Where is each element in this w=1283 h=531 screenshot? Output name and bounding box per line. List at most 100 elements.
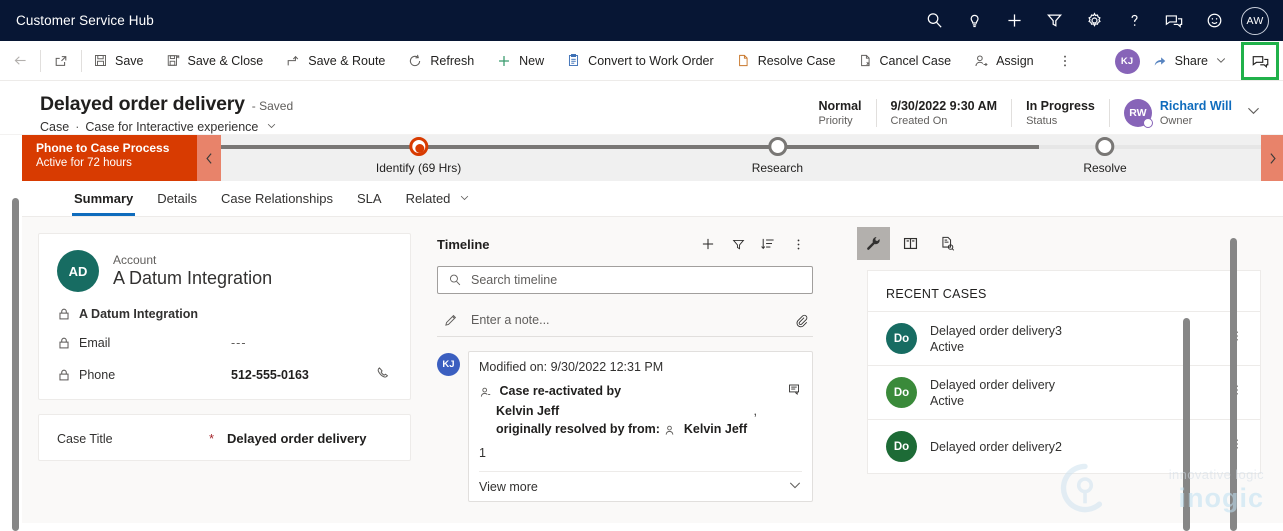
list-item[interactable]: Do Delayed order delivery2 [868,420,1260,473]
list-item[interactable]: Do Delayed order delivery Active [868,366,1260,420]
gear-icon[interactable] [1075,2,1113,40]
page-icon [736,53,751,68]
view-more-label: View more [479,479,538,494]
app-header-icons: AW [915,2,1273,40]
lock-icon [57,368,71,382]
timeline-entry-next-partial[interactable]: KJ [437,514,813,531]
record-header: Delayed order delivery - Saved Case · Ca… [0,81,1283,135]
plus-icon[interactable] [995,2,1033,40]
breadcrumb-separator: · [75,120,80,134]
recent-cases-scrollbar[interactable] [1183,318,1190,531]
resolve-case-button[interactable]: Resolve Case [725,41,847,81]
business-process-flow: Phone to Case Process Active for 72 hour… [22,135,1283,181]
tab-sla[interactable]: SLA [345,183,394,215]
bpf-progress-line [221,145,1039,149]
save-and-route-label: Save & Route [308,53,386,68]
header-field-status[interactable]: In Progress Status [1012,99,1110,127]
open-new-window-icon[interactable] [41,41,81,81]
collaborator-avatar[interactable]: KJ [1114,48,1140,74]
header-expand-chevron-icon[interactable] [1246,103,1261,123]
form-scrollbar-left[interactable] [12,198,19,531]
feedback-icon[interactable] [1155,2,1193,40]
new-button[interactable]: New [485,41,555,81]
tab-summary[interactable]: Summary [62,183,145,216]
case-title-label: Case Title [57,431,113,446]
case-title-value[interactable]: Delayed order delivery [227,431,366,446]
assign-button[interactable]: Assign [962,41,1045,81]
enter-note-input[interactable]: Enter a note... [437,304,813,337]
plus-icon [496,53,512,69]
refresh-button[interactable]: Refresh [396,41,485,81]
save-and-close-button[interactable]: Save & Close [155,41,275,81]
paperclip-icon[interactable] [794,313,809,328]
search-icon[interactable] [915,2,953,40]
more-icon[interactable] [1224,437,1250,456]
phone-icon[interactable] [375,365,392,385]
owner-label: Owner [1159,115,1193,127]
search-timeline-input[interactable]: Search timeline [437,266,813,294]
form-name[interactable]: Case for Interactive experience [85,120,258,134]
sort-icon[interactable] [753,231,783,257]
phone-label: Phone [79,368,116,382]
case-title-field: Case Title * Delayed order delivery [38,414,411,461]
bpf-stage-marker [767,137,787,156]
bpf-active-for: Active for 72 hours [36,157,132,169]
chevron-down-icon[interactable] [788,478,802,495]
case-text: Delayed order delivery Active [930,378,1224,408]
search-icon [448,273,462,287]
note-record-icon[interactable] [781,382,802,462]
more-icon[interactable] [1224,329,1250,348]
share-button[interactable]: Share [1140,53,1235,69]
feedback-icon-highlighted[interactable] [1241,42,1279,80]
lock-icon [57,307,71,321]
bpf-next-stage-icon[interactable] [1261,135,1283,181]
tab-related[interactable]: Related [394,183,482,215]
header-field-priority[interactable]: Normal Priority [804,99,877,127]
timeline-entry-modified-on: Modified on: 9/30/2022 12:31 PM [479,360,664,374]
chevron-down-icon[interactable] [1215,54,1227,69]
chevron-down-icon[interactable] [459,191,470,206]
bpf-previous-stage-icon[interactable] [197,135,221,181]
plus-icon[interactable] [693,231,723,257]
filter-icon[interactable] [723,231,753,257]
owner-name[interactable]: Richard Will [1160,99,1232,113]
bpf-name-block[interactable]: Phone to Case Process Active for 72 hour… [22,135,197,181]
timeline-line-2: Kelvin Jeff [496,404,560,418]
back-arrow-icon[interactable] [0,41,40,81]
resolve-case-label: Resolve Case [757,53,836,68]
bpf-stage-research[interactable]: Research [752,135,803,175]
smiley-icon[interactable] [1195,2,1233,40]
knowledge-book-icon[interactable] [894,227,927,260]
header-field-owner[interactable]: RW Richard Will Owner [1110,99,1232,128]
cancel-case-button[interactable]: Cancel Case [847,41,963,81]
cancel-case-label: Cancel Case [879,53,952,68]
more-icon[interactable] [783,231,813,257]
account-name[interactable]: A Datum Integration [113,268,272,289]
owner-avatar: RW [1123,99,1153,128]
filter-icon[interactable] [1035,2,1073,40]
tab-details[interactable]: Details [145,183,209,215]
refresh-label: Refresh [430,53,475,68]
share-icon [1152,53,1168,69]
header-field-created-on[interactable]: 9/30/2022 9:30 AM Created On [877,99,1013,127]
more-commands-icon[interactable] [1045,41,1085,81]
chevron-down-icon[interactable] [266,120,277,134]
similar-records-icon[interactable] [931,227,964,260]
case-text: Delayed order delivery3 Active [930,324,1224,354]
account-card: AD Account A Datum Integration A Datum I… [38,233,411,400]
bpf-stage-resolve[interactable]: Resolve [1083,135,1127,175]
convert-to-work-order-button[interactable]: Convert to Work Order [555,41,725,81]
right-panel-scrollbar[interactable] [1230,238,1237,531]
list-item[interactable]: Do Delayed order delivery3 Active [868,312,1260,366]
lightbulb-icon[interactable] [955,2,993,40]
more-icon[interactable] [1224,383,1250,402]
bpf-stage-identify[interactable]: Identify (69 Hrs) [376,135,461,175]
wrench-icon[interactable] [857,227,890,260]
help-icon[interactable] [1115,2,1153,40]
save-button[interactable]: Save [82,41,155,81]
view-more-button[interactable]: View more [479,471,802,501]
avatar[interactable]: AW [1241,6,1269,35]
tab-case-relationships[interactable]: Case Relationships [209,183,345,215]
timeline-entry-card[interactable]: Modified on: 9/30/2022 12:31 PM Case re-… [468,351,813,502]
save-and-route-button[interactable]: Save & Route [274,41,396,81]
